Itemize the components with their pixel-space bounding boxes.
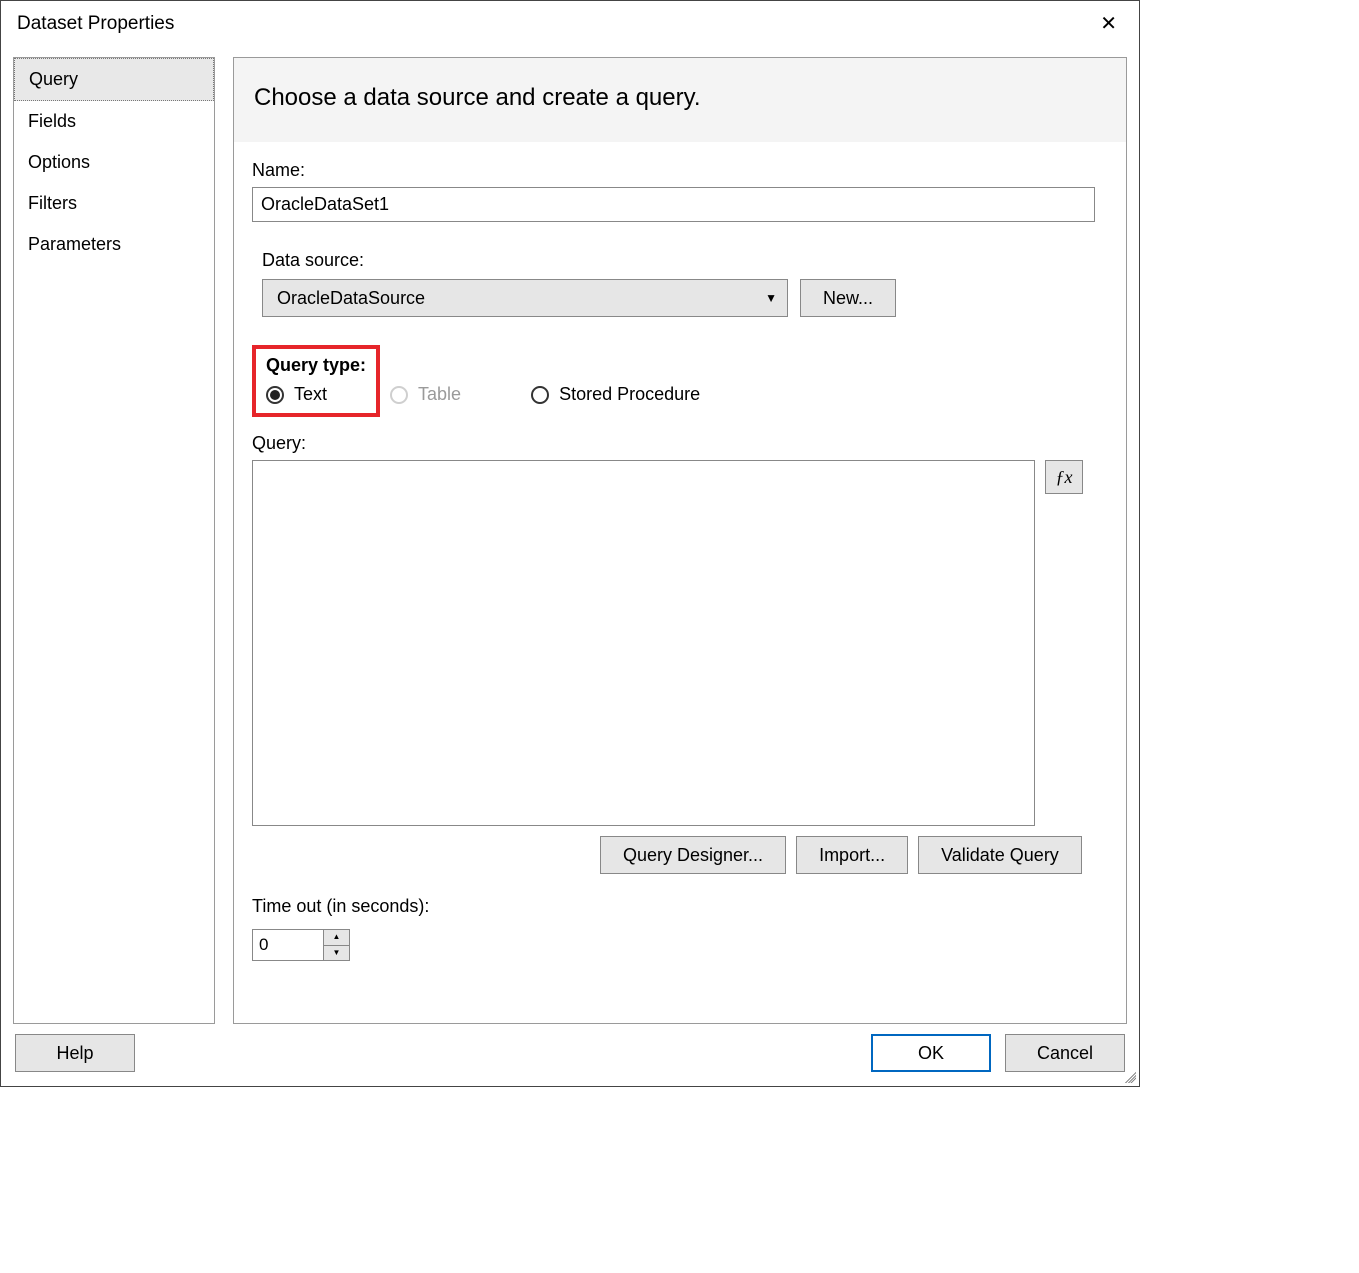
datasource-label: Data source: xyxy=(262,250,1108,271)
radio-icon xyxy=(266,386,284,404)
radio-icon xyxy=(390,386,408,404)
datasource-value: OracleDataSource xyxy=(277,288,425,309)
radio-table: Table xyxy=(390,384,461,405)
dialog-footer: Help OK Cancel xyxy=(1,1024,1139,1086)
chevron-down-icon: ▼ xyxy=(765,291,777,305)
radio-text[interactable]: Text xyxy=(266,384,366,405)
radio-table-label: Table xyxy=(418,384,461,405)
dialog-title: Dataset Properties xyxy=(17,13,174,35)
datasource-combo[interactable]: OracleDataSource ▼ xyxy=(262,279,788,317)
timeout-label: Time out (in seconds): xyxy=(252,896,1108,917)
radio-icon xyxy=(531,386,549,404)
dialog-body: Query Fields Options Filters Parameters … xyxy=(1,47,1139,1024)
spinner-up-icon[interactable]: ▲ xyxy=(324,930,349,946)
timeout-input[interactable] xyxy=(253,930,323,960)
validate-query-button[interactable]: Validate Query xyxy=(918,836,1082,874)
resize-grip-icon[interactable] xyxy=(1122,1069,1136,1083)
querytype-highlight-box: Query type: Text xyxy=(252,345,380,417)
content-header: Choose a data source and create a query. xyxy=(234,58,1126,142)
radio-text-label: Text xyxy=(294,384,327,405)
help-button[interactable]: Help xyxy=(15,1034,135,1072)
fx-icon: ƒx xyxy=(1056,467,1073,488)
dataset-properties-dialog: Dataset Properties ✕ Query Fields Option… xyxy=(0,0,1140,1087)
query-textarea[interactable] xyxy=(252,460,1035,826)
new-datasource-button[interactable]: New... xyxy=(800,279,896,317)
radio-stored-label: Stored Procedure xyxy=(559,384,700,405)
nav-pane: Query Fields Options Filters Parameters xyxy=(13,57,215,1024)
expression-button[interactable]: ƒx xyxy=(1045,460,1083,494)
content-body: Name: Data source: OracleDataSource ▼ Ne… xyxy=(234,142,1126,1023)
name-input[interactable] xyxy=(252,187,1095,222)
query-designer-button[interactable]: Query Designer... xyxy=(600,836,786,874)
cancel-button[interactable]: Cancel xyxy=(1005,1034,1125,1072)
titlebar: Dataset Properties ✕ xyxy=(1,1,1139,47)
timeout-spinner[interactable]: ▲ ▼ xyxy=(252,929,350,961)
nav-item-options[interactable]: Options xyxy=(14,142,214,183)
close-icon[interactable]: ✕ xyxy=(1090,8,1127,40)
nav-item-parameters[interactable]: Parameters xyxy=(14,224,214,265)
import-button[interactable]: Import... xyxy=(796,836,908,874)
querytype-label: Query type: xyxy=(266,355,366,376)
name-label: Name: xyxy=(252,160,1108,181)
nav-item-filters[interactable]: Filters xyxy=(14,183,214,224)
ok-button[interactable]: OK xyxy=(871,1034,991,1072)
content-pane: Choose a data source and create a query.… xyxy=(233,57,1127,1024)
query-label: Query: xyxy=(252,433,1108,454)
nav-item-query[interactable]: Query xyxy=(14,58,214,101)
radio-stored-procedure[interactable]: Stored Procedure xyxy=(531,384,700,405)
nav-item-fields[interactable]: Fields xyxy=(14,101,214,142)
spinner-down-icon[interactable]: ▼ xyxy=(324,946,349,961)
